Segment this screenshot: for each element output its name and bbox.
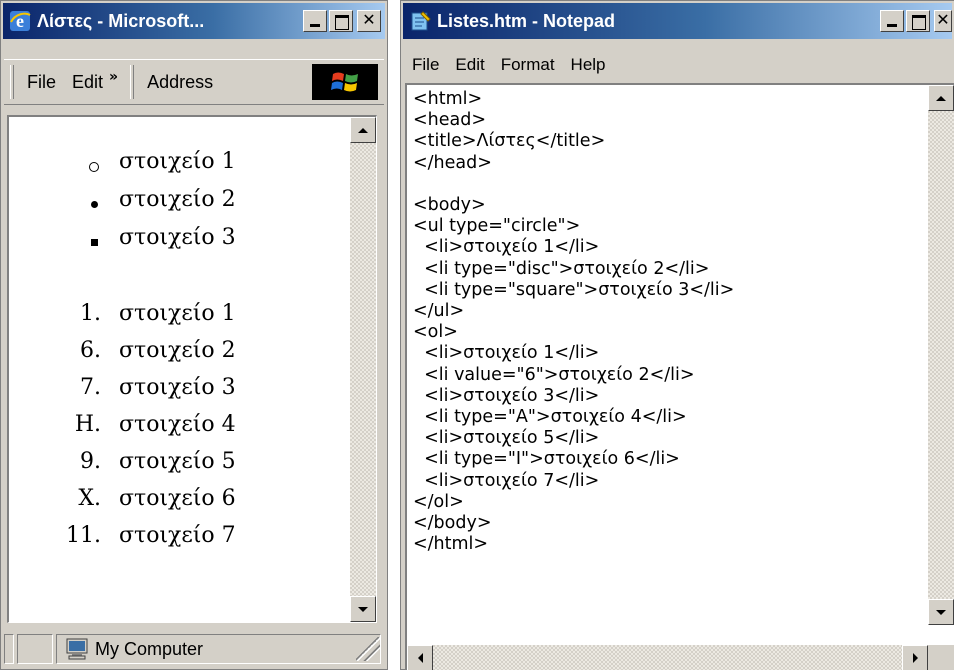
code-line: <html> — [413, 89, 483, 109]
menu-file[interactable]: File — [404, 55, 447, 75]
code-line: <ol> — [413, 322, 458, 343]
square-bullet-icon — [91, 239, 98, 246]
notepad-window: Listes.htm - Notepad ✕ File Edit Format … — [400, 0, 954, 670]
code-line: <li type="square">στοιχείο 3</li> — [413, 279, 735, 300]
list-marker: 6. — [80, 338, 101, 363]
code-line: </body> — [413, 513, 492, 534]
code-line: <li>στοιχείο 1</li> — [413, 343, 600, 364]
list-marker: 7. — [80, 375, 101, 400]
code-line: <li>στοιχείο 1</li> — [413, 237, 600, 258]
notepad-titlebar[interactable]: Listes.htm - Notepad ✕ — [403, 3, 952, 39]
list-item-text: στοιχείο 4 — [119, 412, 236, 437]
ie-minimize-button[interactable] — [303, 10, 327, 32]
list-item-text: στοιχείο 6 — [119, 486, 236, 511]
list-item-text: στοιχείο 2 — [119, 187, 236, 212]
ie-vertical-scrollbar[interactable] — [350, 117, 376, 622]
menu-help[interactable]: Help — [563, 55, 614, 75]
source-code: <html> <head> <title>Λίστες</title> </head>… — [413, 89, 734, 555]
menu-file[interactable]: File — [19, 72, 64, 93]
menu-format[interactable]: Format — [493, 55, 563, 75]
notepad-vertical-scrollbar[interactable] — [928, 85, 954, 625]
scroll-up-button[interactable] — [350, 117, 376, 143]
list-item-text: στοιχείο 3 — [119, 375, 236, 400]
notepad-window-title: Listes.htm - Notepad — [437, 10, 616, 31]
code-line: </ul> — [413, 301, 465, 322]
resize-grip[interactable] — [356, 637, 380, 661]
code-line: <li>στοιχείο 3</li> — [413, 385, 600, 406]
ie-window: e Λίστες - Microsoft... ✕ File Edit » Ad… — [0, 0, 388, 670]
code-line: <li type="A">στοιχείο 4</li> — [413, 407, 687, 428]
scroll-right-button[interactable] — [902, 645, 928, 670]
scroll-left-button[interactable] — [407, 645, 433, 670]
status-pane — [4, 634, 14, 664]
code-line: <head> — [413, 110, 487, 131]
my-computer-icon — [66, 638, 88, 660]
ie-page-viewport[interactable]: στοιχείο 1 στοιχείο 2 στοιχείο 3 1. στοι… — [7, 115, 377, 623]
notepad-close-button[interactable]: ✕ — [934, 10, 952, 32]
code-line: <title>Λίστες</title> — [413, 131, 606, 152]
list-marker: 1. — [80, 301, 101, 326]
ie-titlebar[interactable]: e Λίστες - Microsoft... ✕ — [3, 3, 385, 39]
code-line: <li value="6">στοιχείο 2</li> — [413, 364, 695, 385]
internet-explorer-icon: e — [10, 11, 31, 31]
toolbar-grip[interactable] — [10, 65, 14, 99]
scroll-up-button[interactable] — [928, 85, 954, 111]
arrow-right-icon — [912, 653, 918, 663]
code-line: <li>στοιχείο 7</li> — [413, 470, 600, 491]
disc-bullet-icon — [91, 201, 98, 208]
notepad-menubar: File Edit Format Help — [404, 51, 954, 79]
code-line: <body> — [413, 195, 486, 216]
code-line: <li type="I">στοιχείο 6</li> — [413, 449, 680, 470]
ie-window-title: Λίστες - Microsoft... — [37, 10, 205, 31]
list-marker: 11. — [66, 523, 101, 548]
scroll-down-button[interactable] — [350, 596, 376, 622]
list-marker: X. — [78, 486, 101, 511]
resize-grip[interactable] — [928, 645, 954, 670]
code-line: <li>στοιχείο 5</li> — [413, 428, 600, 449]
ie-statusbar: My Computer — [4, 631, 384, 667]
ie-toolbar: File Edit » Address — [4, 59, 384, 105]
ie-close-button[interactable]: ✕ — [357, 10, 381, 32]
status-pane — [17, 634, 53, 664]
rendered-page: στοιχείο 1 στοιχείο 2 στοιχείο 3 1. στοι… — [9, 117, 349, 622]
code-line: </ol> — [413, 491, 464, 512]
list-marker: 9. — [80, 449, 101, 474]
arrow-down-icon — [358, 606, 368, 612]
notepad-text-area[interactable]: <html> <head> <title>Λίστες</title> </head>… — [405, 83, 954, 670]
chevron-more-icon[interactable]: » — [109, 69, 118, 85]
list-item-text: στοιχείο 1 — [119, 149, 236, 174]
menu-edit[interactable]: Edit — [64, 72, 111, 93]
list-item-text: στοιχείο 5 — [119, 449, 236, 474]
circle-bullet-icon — [89, 162, 99, 172]
ie-maximize-button[interactable] — [329, 10, 353, 32]
arrow-up-icon — [358, 127, 368, 133]
window-gap — [388, 0, 400, 670]
address-label[interactable]: Address — [139, 72, 221, 93]
notepad-maximize-button[interactable] — [906, 10, 930, 32]
zone-label: My Computer — [95, 638, 204, 659]
list-item-text: στοιχείο 7 — [119, 523, 236, 548]
arrow-down-icon — [936, 609, 946, 615]
code-line: <ul type="circle"> — [413, 216, 581, 237]
windows-logo-icon — [312, 64, 378, 100]
list-item-text: στοιχείο 2 — [119, 338, 236, 363]
code-line: </head> — [413, 152, 492, 173]
list-item-text: στοιχείο 1 — [119, 301, 236, 326]
list-item-text: στοιχείο 3 — [119, 225, 236, 250]
scroll-down-button[interactable] — [928, 599, 954, 625]
code-line: <li type="disc">στοιχείο 2</li> — [413, 258, 710, 279]
arrow-up-icon — [936, 95, 946, 101]
arrow-left-icon — [417, 653, 423, 663]
notepad-icon — [411, 11, 431, 31]
address-bar-grip[interactable] — [130, 65, 135, 99]
security-zone-pane: My Computer — [56, 634, 381, 664]
notepad-horizontal-scrollbar[interactable] — [407, 645, 928, 670]
list-marker: H. — [74, 412, 101, 437]
menu-edit[interactable]: Edit — [447, 55, 492, 75]
code-line: </html> — [413, 534, 489, 555]
notepad-minimize-button[interactable] — [880, 10, 904, 32]
